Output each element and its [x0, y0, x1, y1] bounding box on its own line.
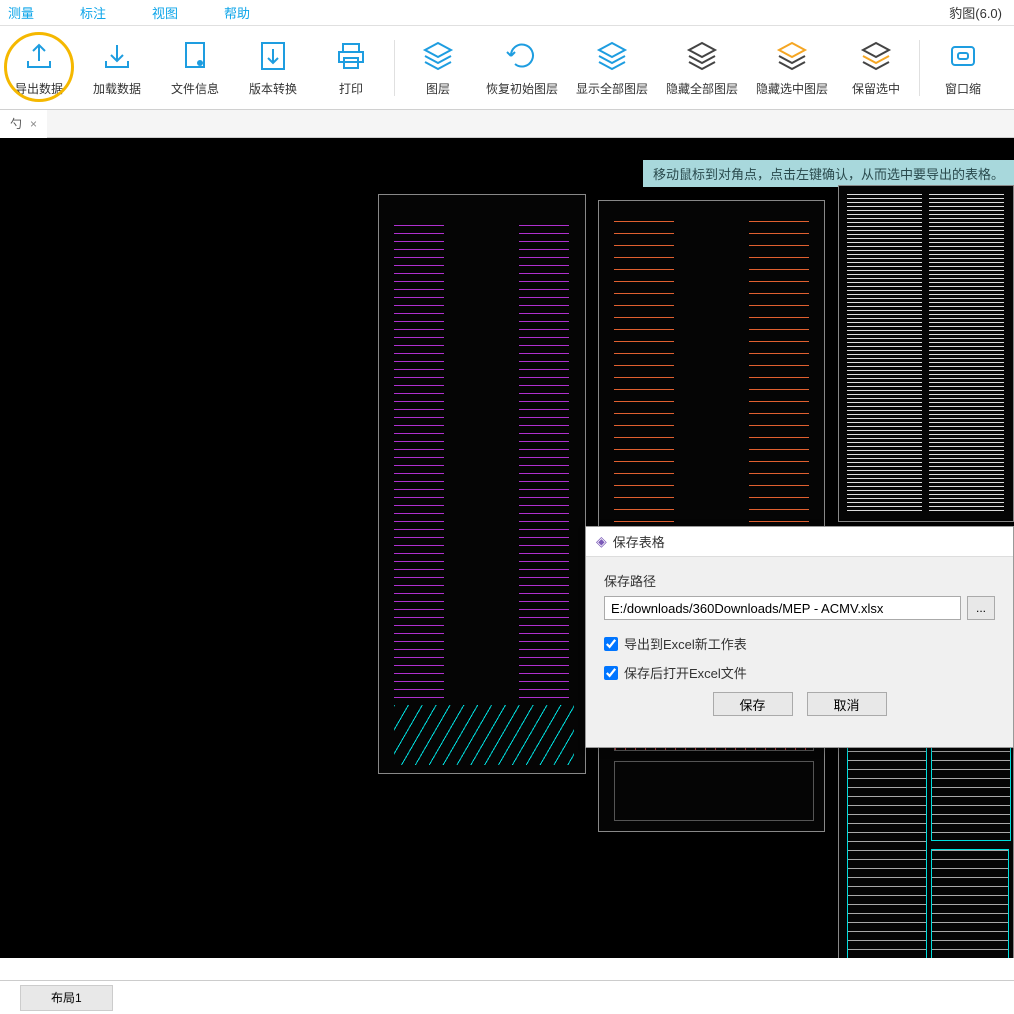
hidesel-icon	[774, 38, 810, 74]
toolbar-separator	[919, 40, 920, 96]
tool-label: 保留选中	[852, 80, 900, 97]
menu-help[interactable]: 帮助	[224, 3, 250, 22]
tool-label: 图层	[426, 80, 450, 97]
tabbar: 勺 ×	[0, 110, 1014, 138]
zoomwin-icon	[945, 38, 981, 74]
hideall-icon	[684, 38, 720, 74]
checkbox-input[interactable]	[604, 637, 618, 651]
open-after-save-checkbox[interactable]: 保存后打开Excel文件	[604, 663, 995, 682]
showall-icon	[594, 38, 630, 74]
hint-banner: 移动鼠标到对角点，点击左键确认，从而选中要导出的表格。	[643, 160, 1014, 187]
menu-view[interactable]: 视图	[152, 3, 178, 22]
restore-icon	[504, 38, 540, 74]
dialog-titlebar[interactable]: ◈ 保存表格	[586, 527, 1013, 557]
cancel-button[interactable]: 取消	[807, 692, 887, 716]
tool-label: 隐藏选中图层	[756, 80, 828, 97]
path-input[interactable]	[604, 596, 961, 620]
tool-label: 窗口缩	[945, 80, 981, 97]
tool-label: 显示全部图层	[576, 80, 648, 97]
tool-load-data[interactable]: 加载数据	[78, 26, 156, 110]
tool-label: 导出数据	[15, 80, 63, 97]
tab-label: 勺	[10, 115, 22, 132]
tool-file-info[interactable]: 文件信息	[156, 26, 234, 110]
tool-hide-all-layers[interactable]: 隐藏全部图层	[657, 26, 747, 110]
toolbar-separator	[394, 40, 395, 96]
tool-version-convert[interactable]: 版本转换	[234, 26, 312, 110]
layout-tab[interactable]: 布局1	[20, 985, 113, 1011]
tool-label: 版本转换	[249, 80, 297, 97]
menu-annotate[interactable]: 标注	[80, 3, 106, 22]
drawing-sheet-1	[378, 194, 586, 774]
dialog-title: 保存表格	[613, 532, 665, 551]
file-tab[interactable]: 勺 ×	[0, 110, 47, 138]
menu-measure[interactable]: 测量	[8, 3, 34, 22]
tool-show-all-layers[interactable]: 显示全部图层	[567, 26, 657, 110]
path-label: 保存路径	[604, 571, 995, 590]
tool-label: 文件信息	[171, 80, 219, 97]
tool-keep-selected[interactable]: 保留选中	[837, 26, 915, 110]
export-icon	[21, 38, 57, 74]
tool-export-data[interactable]: 导出数据	[0, 26, 78, 110]
tool-label: 恢复初始图层	[486, 80, 558, 97]
tool-hide-selected-layers[interactable]: 隐藏选中图层	[747, 26, 837, 110]
table-icon: ◈	[596, 533, 607, 550]
fileinfo-icon	[177, 38, 213, 74]
keepsel-icon	[858, 38, 894, 74]
convert-icon	[255, 38, 291, 74]
print-icon	[333, 38, 369, 74]
tool-label: 隐藏全部图层	[666, 80, 738, 97]
tool-print[interactable]: 打印	[312, 26, 390, 110]
bottombar: 布局1	[0, 980, 1014, 1014]
tool-label: 加载数据	[93, 80, 141, 97]
checkbox-label: 导出到Excel新工作表	[624, 634, 747, 653]
save-table-dialog: ◈ 保存表格 保存路径 ... 导出到Excel新工作表 保存后打开Excel文…	[585, 526, 1014, 748]
app-title: 豹图(6.0)	[949, 3, 1002, 22]
tool-layers[interactable]: 图层	[399, 26, 477, 110]
tool-restore-layers[interactable]: 恢复初始图层	[477, 26, 567, 110]
checkbox-label: 保存后打开Excel文件	[624, 663, 747, 682]
export-new-sheet-checkbox[interactable]: 导出到Excel新工作表	[604, 634, 995, 653]
toolbar: 导出数据 加载数据 文件信息 版本转换 打印 图层 恢复初始图层	[0, 26, 1014, 110]
drawing-sheet-3	[838, 185, 1014, 522]
tool-label: 打印	[339, 80, 363, 97]
menubar: 测量 标注 视图 帮助 豹图(6.0)	[0, 0, 1014, 26]
layers-icon	[420, 38, 456, 74]
close-icon[interactable]: ×	[30, 117, 37, 131]
import-icon	[99, 38, 135, 74]
tool-zoom-window[interactable]: 窗口缩	[924, 26, 1002, 110]
browse-button[interactable]: ...	[967, 596, 995, 620]
checkbox-input[interactable]	[604, 666, 618, 680]
save-button[interactable]: 保存	[713, 692, 793, 716]
drawing-canvas[interactable]: 移动鼠标到对角点，点击左键确认，从而选中要导出的表格。 ◈ 保存表格 保存路径 …	[0, 138, 1014, 958]
